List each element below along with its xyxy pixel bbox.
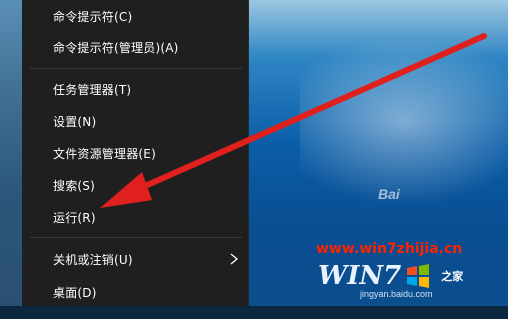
- watermark-url: www.win7zhijia.cn: [316, 241, 463, 257]
- watermark-subtext: jingyan.baidu.com: [360, 289, 433, 299]
- baidu-watermark: Bai: [378, 186, 400, 202]
- windows-logo-icon: [407, 264, 430, 288]
- watermark-logo-text: WIN7: [318, 261, 402, 291]
- watermark-logo-sub: 之家: [441, 270, 464, 283]
